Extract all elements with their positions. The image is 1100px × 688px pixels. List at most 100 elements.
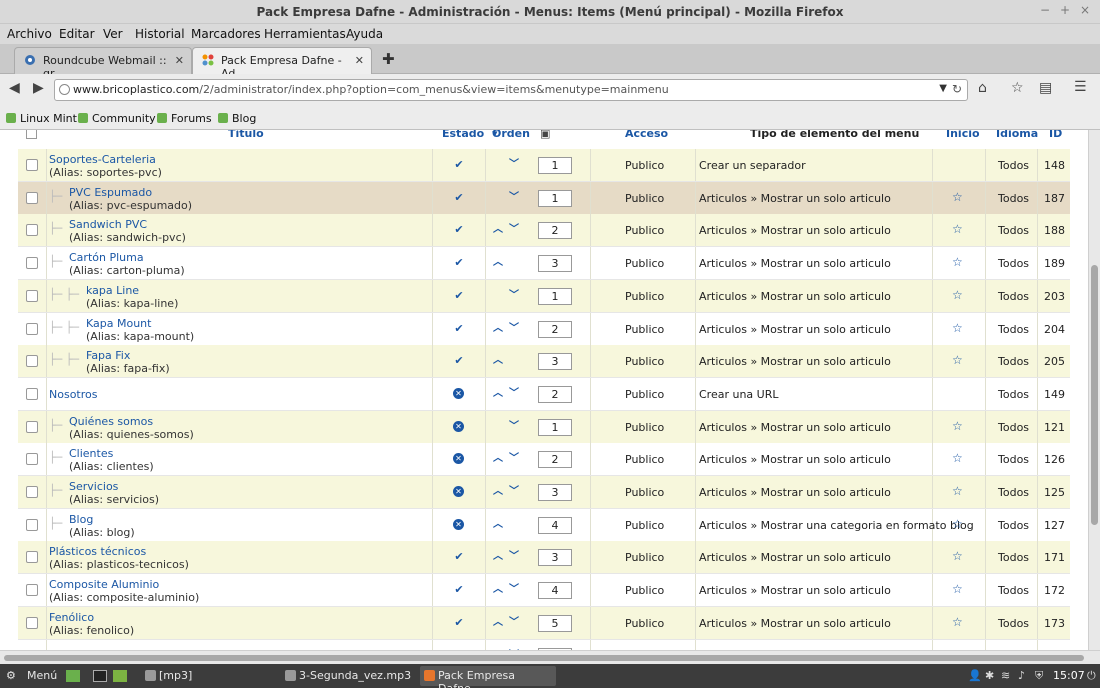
set-home-star-icon[interactable]: ☆ bbox=[952, 255, 963, 269]
row-checkbox[interactable] bbox=[26, 355, 38, 368]
header-inicio[interactable]: Inicio bbox=[946, 130, 980, 140]
order-input[interactable]: 2 bbox=[538, 385, 572, 403]
save-order-icon[interactable]: ▣ bbox=[540, 130, 550, 140]
item-name-link[interactable]: Composite Aluminio bbox=[49, 578, 199, 591]
set-home-star-icon[interactable]: ☆ bbox=[952, 321, 963, 335]
item-name-link[interactable]: Soportes-Carteleria bbox=[49, 153, 162, 166]
tab-close-icon[interactable]: ✕ bbox=[355, 54, 364, 67]
order-up-icon[interactable]: ︿ bbox=[493, 580, 503, 595]
order-input[interactable]: 4 bbox=[538, 516, 572, 534]
bookmark-blog[interactable]: Blog bbox=[218, 112, 256, 125]
maximize-icon[interactable]: + bbox=[1060, 3, 1070, 17]
order-input[interactable]: 2 bbox=[538, 320, 572, 338]
published-check-icon[interactable]: ✔ bbox=[453, 322, 465, 335]
published-check-icon[interactable]: ✔ bbox=[453, 191, 465, 204]
item-name-link[interactable]: Cartón Pluma bbox=[69, 251, 185, 264]
minimize-icon[interactable]: − bbox=[1040, 3, 1050, 17]
published-check-icon[interactable]: ✔ bbox=[453, 289, 465, 302]
header-estado[interactable]: Estado bbox=[442, 130, 484, 140]
wifi-icon[interactable]: ≋ bbox=[1001, 669, 1010, 682]
vertical-scrollbar[interactable] bbox=[1088, 130, 1100, 650]
item-name-link[interactable]: Fapa Fix bbox=[86, 349, 170, 362]
order-up-icon[interactable]: ︿ bbox=[493, 253, 503, 268]
row-checkbox[interactable] bbox=[26, 224, 38, 237]
unpublished-icon[interactable]: ✕ bbox=[453, 518, 464, 530]
order-input[interactable]: 3 bbox=[538, 549, 572, 567]
start-menu-label[interactable]: Menú bbox=[27, 669, 57, 682]
hamburger-menu-icon[interactable]: ☰ bbox=[1074, 79, 1087, 95]
row-checkbox[interactable] bbox=[26, 584, 38, 597]
files-icon[interactable] bbox=[113, 670, 127, 682]
power-icon[interactable]: ⏻ bbox=[1087, 669, 1096, 683]
item-name-link[interactable]: Servicios bbox=[69, 480, 159, 493]
tab-close-icon[interactable]: ✕ bbox=[175, 54, 184, 67]
url-bar[interactable]: www.bricoplastico.com/2/administrator/in… bbox=[54, 79, 968, 101]
bookmark-forums[interactable]: Forums bbox=[157, 112, 212, 125]
order-up-icon[interactable]: ︿ bbox=[493, 482, 503, 497]
item-name-link[interactable]: Clientes bbox=[69, 447, 154, 460]
set-home-star-icon[interactable]: ☆ bbox=[952, 222, 963, 236]
row-checkbox[interactable] bbox=[26, 159, 38, 171]
row-checkbox[interactable] bbox=[26, 616, 38, 629]
header-orden[interactable]: Orden ▾ bbox=[492, 130, 530, 140]
header-acceso[interactable]: Acceso bbox=[625, 130, 668, 140]
order-input[interactable]: 3 bbox=[538, 484, 572, 501]
tab-roundcube[interactable]: Roundcube Webmail :: gr... ✕ bbox=[14, 47, 192, 80]
forward-icon[interactable]: ▶ bbox=[33, 80, 44, 96]
set-home-star-icon[interactable]: ☆ bbox=[952, 419, 963, 433]
bluetooth-icon[interactable]: ✱ bbox=[985, 669, 994, 682]
order-input[interactable]: 1 bbox=[538, 189, 572, 207]
select-all-checkbox[interactable] bbox=[26, 130, 37, 139]
order-down-icon[interactable]: ﹀ bbox=[509, 220, 519, 235]
taskbar-task-firefox[interactable]: Pack Empresa Dafne ... bbox=[420, 666, 556, 688]
order-down-icon[interactable]: ﹀ bbox=[509, 417, 519, 432]
horizontal-scroll-thumb[interactable] bbox=[4, 655, 1084, 661]
row-checkbox[interactable] bbox=[26, 518, 38, 531]
published-check-icon[interactable]: ✔ bbox=[453, 551, 465, 563]
row-checkbox[interactable] bbox=[26, 453, 38, 466]
vertical-scroll-thumb[interactable] bbox=[1091, 265, 1098, 525]
set-home-star-icon[interactable]: ☆ bbox=[952, 484, 963, 498]
order-input[interactable]: 4 bbox=[538, 582, 572, 600]
order-down-icon[interactable]: ﹀ bbox=[509, 449, 519, 464]
set-home-star-icon[interactable]: ☆ bbox=[952, 451, 963, 465]
set-home-star-icon[interactable]: ☆ bbox=[952, 615, 963, 629]
order-up-icon[interactable]: ︿ bbox=[493, 220, 503, 235]
item-name-link[interactable]: Kapa Mount bbox=[86, 317, 194, 330]
unpublished-icon[interactable]: ✕ bbox=[453, 486, 464, 497]
order-up-icon[interactable]: ︿ bbox=[493, 515, 503, 530]
set-home-star-icon[interactable]: ☆ bbox=[952, 517, 963, 531]
item-name-link[interactable]: Nosotros bbox=[49, 388, 97, 401]
order-input[interactable]: 1 bbox=[538, 418, 572, 436]
row-checkbox[interactable] bbox=[26, 486, 38, 498]
published-check-icon[interactable]: ✔ bbox=[453, 159, 465, 171]
unpublished-icon[interactable]: ✕ bbox=[453, 387, 464, 399]
item-name-link[interactable]: Fenólico bbox=[49, 611, 134, 624]
horizontal-scrollbar[interactable] bbox=[0, 650, 1100, 664]
item-name-link[interactable]: Blog bbox=[69, 513, 135, 526]
url-dropdown-icon[interactable]: ▼ bbox=[939, 83, 947, 94]
set-home-star-icon[interactable]: ☆ bbox=[952, 582, 963, 596]
order-up-icon[interactable]: ︿ bbox=[493, 613, 503, 628]
user-icon[interactable]: 👤 bbox=[968, 669, 982, 682]
row-checkbox[interactable] bbox=[26, 387, 38, 400]
published-check-icon[interactable]: ✔ bbox=[453, 355, 465, 367]
order-up-icon[interactable]: ︿ bbox=[493, 384, 503, 399]
header-id[interactable]: ID bbox=[1049, 130, 1062, 140]
shield-icon[interactable]: ⛨ bbox=[1035, 669, 1043, 683]
published-check-icon[interactable]: ✔ bbox=[453, 584, 465, 596]
menu-ayuda[interactable]: Ayuda bbox=[346, 27, 383, 41]
row-checkbox[interactable] bbox=[26, 191, 38, 204]
order-down-icon[interactable]: ﹀ bbox=[509, 547, 519, 562]
order-input[interactable]: 1 bbox=[538, 157, 572, 174]
order-down-icon[interactable]: ﹀ bbox=[509, 384, 519, 399]
show-desktop-icon[interactable] bbox=[66, 670, 80, 682]
volume-icon[interactable]: ♪ bbox=[1018, 669, 1025, 682]
order-up-icon[interactable]: ︿ bbox=[493, 547, 503, 562]
new-tab-icon[interactable]: ✚ bbox=[382, 50, 395, 68]
item-name-link[interactable]: Quiénes somos bbox=[69, 415, 194, 428]
close-icon[interactable]: × bbox=[1080, 3, 1090, 17]
row-checkbox[interactable] bbox=[26, 289, 38, 302]
menu-historial[interactable]: Historial bbox=[135, 27, 185, 41]
back-icon[interactable]: ◀ bbox=[9, 80, 20, 96]
